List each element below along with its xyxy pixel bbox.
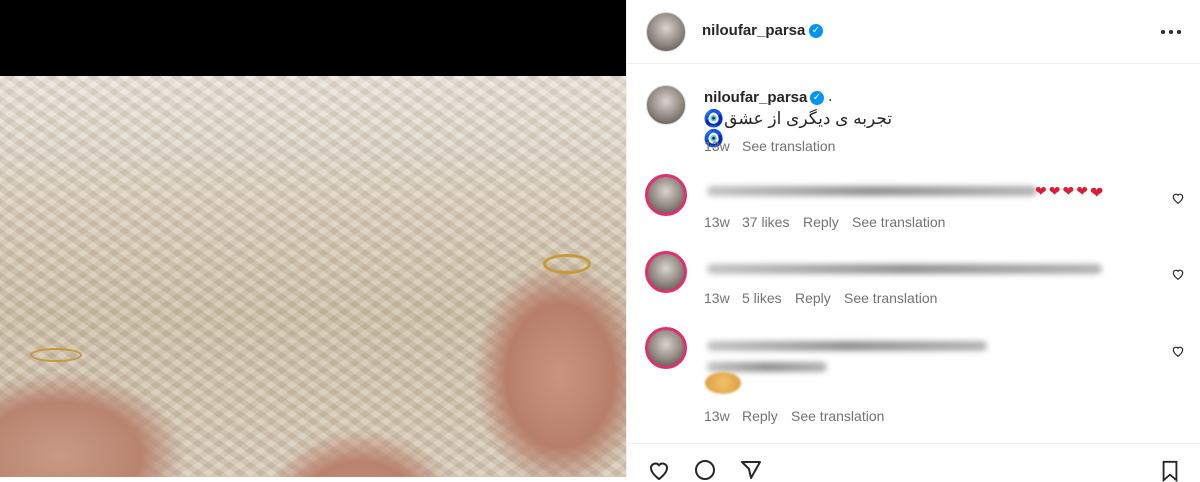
post-image[interactable] [0, 0, 626, 477]
caption-verified-badge-icon: ✓ [810, 91, 824, 105]
post-details-panel: niloufar_parsa ✓ niloufar_parsa ✓ . تجرب… [626, 0, 1200, 482]
post-header: niloufar_parsa ✓ [627, 0, 1200, 64]
share-icon[interactable] [737, 458, 765, 482]
comment-icon[interactable] [691, 458, 719, 482]
caption-avatar[interactable] [646, 85, 686, 125]
comment-1-likes[interactable]: 37 likes [742, 214, 789, 230]
more-options-icon[interactable] [1161, 30, 1181, 34]
comment-2-see-translation[interactable]: See translation [844, 290, 937, 306]
author-username[interactable]: niloufar_parsa [702, 22, 805, 39]
comment-2-timestamp: 13w [704, 290, 730, 306]
comment-2-like-heart-icon[interactable] [1171, 267, 1185, 281]
comment-3-like-heart-icon[interactable] [1171, 344, 1185, 358]
comment-3-text-blurred-2 [707, 362, 827, 372]
author-avatar[interactable] [646, 12, 686, 52]
comment-2-reply[interactable]: Reply [795, 290, 831, 306]
verified-badge-icon: ✓ [809, 24, 823, 38]
heart-outline-icon[interactable] [645, 458, 673, 482]
comment-2-avatar[interactable] [645, 251, 687, 293]
post-actions-bar [627, 443, 1200, 482]
comment-1-reply[interactable]: Reply [803, 214, 839, 230]
wedding-ring-large [543, 254, 591, 274]
comment-1-avatar[interactable] [645, 174, 687, 216]
comment-3-emoji [705, 372, 741, 394]
caption-timestamp: 13w [704, 138, 730, 154]
comment-1-text-blurred [707, 186, 1037, 196]
wedding-ring-small [30, 348, 82, 362]
comment-1-timestamp: 13w [704, 214, 730, 230]
caption-dot: . [828, 88, 833, 105]
comment-1-see-translation[interactable]: See translation [852, 214, 945, 230]
comment-2-text-blurred [707, 264, 1102, 274]
comment-2-likes[interactable]: 5 likes [742, 290, 782, 306]
comment-3-reply[interactable]: Reply [742, 408, 778, 424]
caption-see-translation[interactable]: See translation [742, 138, 835, 154]
comment-1-hearts: ❤ ❤ ❤ ❤ ❤ [1035, 183, 1104, 202]
comment-3-text-blurred [707, 341, 987, 351]
comment-3-avatar[interactable] [645, 327, 687, 369]
caption-username[interactable]: niloufar_parsa [704, 89, 807, 106]
comment-3-timestamp: 13w [704, 408, 730, 424]
baby-feet-photo [0, 76, 626, 477]
comment-1-like-heart-icon[interactable] [1171, 191, 1185, 205]
comment-3-see-translation[interactable]: See translation [791, 408, 884, 424]
bookmark-icon[interactable] [1159, 460, 1181, 482]
